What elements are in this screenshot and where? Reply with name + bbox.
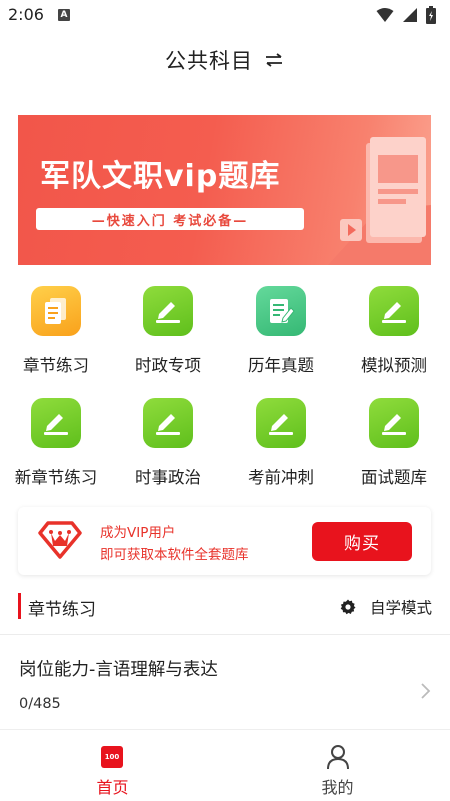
grid-label: 模拟预测 — [361, 356, 427, 375]
document-stack-icon — [31, 286, 81, 336]
grid-label: 时事政治 — [135, 468, 201, 487]
status-bar: 2:06 A — [0, 0, 450, 30]
vip-crown-diamond-icon — [38, 521, 82, 559]
book-illustration-icon — [328, 137, 431, 265]
swap-icon[interactable] — [265, 50, 285, 70]
vip-title: 成为VIP用户 — [100, 525, 176, 541]
grid-item-current-affairs[interactable]: 时事政治 — [112, 394, 224, 494]
chapter-progress: 0/485 — [19, 696, 61, 712]
tab-mine[interactable]: 我的 — [225, 730, 450, 801]
vip-description: 即可获取本软件全套题库 — [100, 547, 249, 563]
grid-label: 时政专项 — [135, 356, 201, 375]
tab-label-home: 首页 — [96, 778, 129, 797]
pencil-edit-icon — [31, 398, 81, 448]
page-title[interactable]: 公共科目 — [165, 45, 253, 75]
mode-label: 自学模式 — [369, 599, 432, 617]
tab-label-mine: 我的 — [321, 778, 354, 797]
section-title: 章节练习 — [28, 600, 96, 620]
home-100-icon: 100 — [101, 746, 123, 768]
grid-item-final-sprint[interactable]: 考前冲刺 — [225, 394, 337, 494]
pencil-edit-icon — [143, 286, 193, 336]
status-time: 2:06 — [8, 5, 44, 24]
status-icons — [376, 6, 436, 24]
grid-item-interview-bank[interactable]: 面试题库 — [338, 394, 450, 494]
pencil-edit-icon — [143, 398, 193, 448]
chevron-right-icon — [421, 683, 431, 699]
grid-label: 章节练习 — [23, 356, 89, 375]
grid-label: 新章节练习 — [14, 468, 98, 487]
list-item[interactable]: 岗位能力-言语理解与表达 0/485 — [0, 636, 450, 726]
status-badge: A — [58, 9, 70, 21]
grid-label: 考前冲刺 — [248, 468, 314, 487]
gear-icon — [340, 599, 356, 615]
buy-button[interactable]: 购买 — [312, 522, 412, 561]
grid-item-new-chapter-practice[interactable]: 新章节练习 — [0, 394, 112, 494]
tab-home[interactable]: 100 首页 — [0, 730, 225, 801]
divider — [0, 634, 450, 635]
grid-item-chapter-practice[interactable]: 章节练习 — [0, 282, 112, 382]
paper-pencil-icon — [256, 286, 306, 336]
pencil-edit-icon — [256, 398, 306, 448]
section-accent-bar — [18, 593, 21, 619]
wifi-icon — [376, 8, 394, 22]
grid-label: 面试题库 — [361, 468, 427, 487]
promo-banner[interactable]: 军队文职vip题库 —快速入门 考试必备— — [18, 115, 431, 265]
study-mode-toggle[interactable]: 自学模式 — [340, 596, 432, 618]
section-header: 章节练习 自学模式 — [0, 592, 450, 620]
pencil-edit-icon — [369, 286, 419, 336]
person-icon — [327, 745, 349, 770]
chapter-title: 岗位能力-言语理解与表达 — [19, 660, 218, 680]
banner-subtitle: —快速入门 考试必备— — [36, 208, 304, 230]
banner-title: 军队文职vip题库 — [40, 159, 281, 194]
grid-item-past-exams[interactable]: 历年真题 — [225, 282, 337, 382]
grid-label: 历年真题 — [248, 356, 314, 375]
pencil-edit-icon — [369, 398, 419, 448]
grid-item-current-politics[interactable]: 时政专项 — [112, 282, 224, 382]
tab-bar: 100 首页 我的 — [0, 729, 450, 801]
battery-charging-icon — [426, 6, 436, 24]
vip-card: 成为VIP用户 即可获取本软件全套题库 购买 — [18, 507, 431, 575]
signal-icon — [403, 8, 417, 22]
header: 公共科目 — [0, 40, 450, 80]
grid-item-mock-forecast[interactable]: 模拟预测 — [338, 282, 450, 382]
